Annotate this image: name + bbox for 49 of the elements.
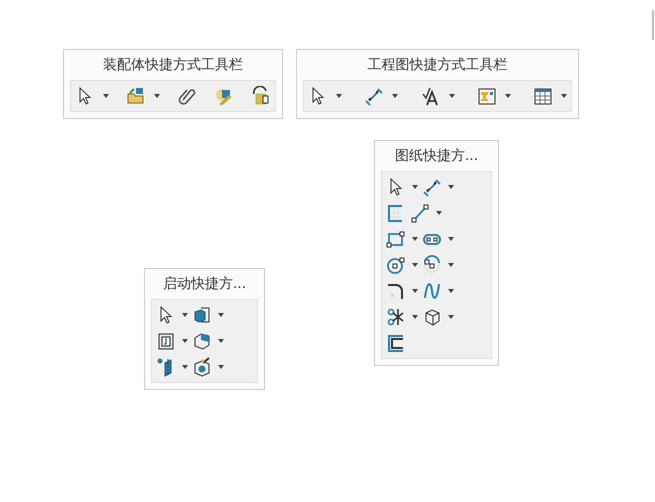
toolbar-title: 工程图快捷方式工具栏 [366, 56, 508, 75]
caret-icon[interactable] [412, 185, 418, 189]
arc-icon[interactable] [422, 255, 442, 275]
caret-icon[interactable] [561, 94, 567, 98]
dimension-icon[interactable] [422, 177, 442, 197]
table-icon[interactable] [533, 86, 553, 106]
caret-icon[interactable] [336, 94, 342, 98]
rotate-part-icon[interactable] [251, 86, 271, 106]
dimension-icon[interactable] [364, 86, 384, 106]
caret-icon[interactable] [218, 365, 224, 369]
caret-icon[interactable] [448, 94, 454, 98]
paperclip-icon[interactable] [177, 86, 197, 106]
offset-icon[interactable] [386, 333, 406, 353]
caret-icon[interactable] [448, 289, 454, 293]
rectangle-icon[interactable] [386, 229, 406, 249]
caret-icon[interactable] [154, 94, 160, 98]
block-icon[interactable] [476, 86, 497, 106]
trim-icon[interactable] [386, 307, 406, 327]
caret-icon[interactable] [182, 365, 188, 369]
toolbar-title: 图纸快捷方... [394, 147, 480, 166]
caret-icon[interactable] [504, 94, 511, 98]
toolbar-title: 启动快捷方... [162, 275, 248, 294]
caret-icon[interactable] [448, 185, 454, 189]
extrude-icon[interactable] [192, 305, 212, 325]
spline-icon[interactable] [422, 281, 442, 301]
box-icon[interactable] [192, 331, 212, 351]
caret-icon[interactable] [448, 263, 454, 267]
caret-icon[interactable] [103, 94, 109, 98]
circle-icon[interactable] [386, 255, 406, 275]
caret-icon[interactable] [448, 237, 454, 241]
caret-icon[interactable] [412, 315, 418, 319]
toolbar-title: 装配体快捷方式工具栏 [102, 56, 244, 75]
pencil-part-icon[interactable] [214, 86, 234, 106]
line-icon[interactable] [410, 203, 430, 223]
camera-box-icon[interactable] [192, 357, 212, 377]
caret-icon[interactable] [182, 339, 188, 343]
sketch-plane-icon[interactable] [156, 331, 176, 351]
caret-icon[interactable] [392, 94, 398, 98]
note-icon[interactable] [420, 86, 440, 106]
folder-icon[interactable] [126, 86, 146, 106]
caret-icon[interactable] [412, 289, 418, 293]
fillet-icon[interactable] [386, 281, 406, 301]
caret-icon[interactable] [182, 313, 188, 317]
caret-icon[interactable] [436, 211, 442, 215]
caret-icon[interactable] [218, 313, 224, 317]
caret-icon[interactable] [218, 339, 224, 343]
caret-icon[interactable] [412, 237, 418, 241]
caret-icon[interactable] [412, 263, 418, 267]
caret-icon[interactable] [448, 315, 454, 319]
